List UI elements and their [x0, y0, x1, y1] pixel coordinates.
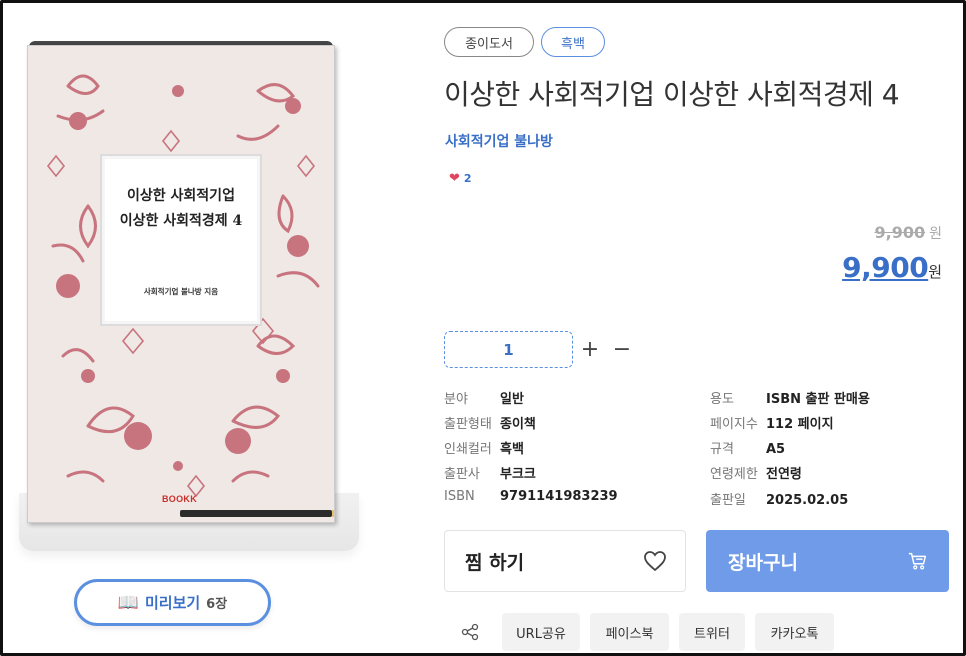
- sale-price: 9,900원: [842, 251, 942, 284]
- author-link[interactable]: 사회적기업 불나방: [445, 131, 553, 151]
- book-cover-author: 사회적기업 불나방 지음: [143, 287, 219, 296]
- heart-icon: ❤: [449, 171, 460, 186]
- share-kakao-button[interactable]: 카카오톡: [755, 613, 834, 651]
- tag-paper-book[interactable]: 종이도서: [444, 27, 534, 57]
- original-price-value: 9,900: [874, 223, 926, 242]
- wishlist-label: 찜 하기: [465, 551, 525, 574]
- sale-price-unit: 원: [928, 263, 942, 281]
- spec-value: 2025.02.05: [766, 493, 849, 508]
- heart-outline-icon: [644, 551, 666, 572]
- preview-page-count: 6장: [206, 597, 228, 612]
- spec-row: 용도 ISBN 출판 판매용: [710, 388, 870, 407]
- original-price: 9,900 원: [875, 223, 943, 243]
- spec-value: 전연령: [766, 467, 802, 482]
- quantity-input[interactable]: 1: [444, 331, 573, 368]
- spec-value: 종이책: [500, 417, 536, 432]
- spec-row: 분야 일반: [444, 388, 524, 407]
- book-cover-title-line2: 이상한 사회적경제 4: [119, 213, 243, 229]
- bookk-logo: BOOKK: [162, 494, 197, 504]
- spec-key: 출판형태: [444, 417, 492, 432]
- spec-value: 112 페이지: [766, 417, 834, 432]
- original-price-unit: 원: [929, 226, 942, 242]
- spec-row: 출판형태 종이책: [444, 413, 536, 432]
- preview-label: 미리보기: [144, 594, 201, 612]
- share-twitter-button[interactable]: 트위터: [679, 613, 745, 651]
- share-icon[interactable]: [461, 623, 479, 641]
- tag-black-white[interactable]: 흑백: [541, 27, 605, 57]
- likes[interactable]: ❤ 2: [449, 171, 472, 186]
- spec-key: 용도: [710, 392, 734, 407]
- add-to-cart-button[interactable]: 장바구니: [706, 530, 949, 592]
- cart-icon: [908, 552, 927, 570]
- preview-button[interactable]: 📖 미리보기 6장: [74, 579, 271, 626]
- book-icon: 📖: [117, 592, 139, 613]
- share-url-button[interactable]: URL공유: [502, 613, 580, 651]
- spec-row: ISBN 9791141983239: [444, 489, 618, 504]
- wishlist-button[interactable]: 찜 하기: [444, 530, 686, 592]
- share-facebook-button[interactable]: 페이스북: [590, 613, 669, 651]
- spec-key: 분야: [444, 392, 468, 407]
- spec-row: 페이지수 112 페이지: [710, 413, 834, 432]
- spec-row: 인쇄컬러 흑백: [444, 438, 524, 457]
- product-title: 이상한 사회적기업 이상한 사회적경제 4: [444, 78, 900, 111]
- spec-row: 규격 A5: [710, 438, 785, 457]
- spec-key: 인쇄컬러: [444, 442, 492, 457]
- book-cover-title-line1: 이상한 사회적기업: [127, 188, 235, 204]
- book-cover-area: 이상한 사회적기업 이상한 사회적경제 4 사회적기업 불나방 지음 BOOKK: [11, 23, 359, 551]
- spec-key: 출판사: [444, 467, 480, 482]
- pencil-tip: [332, 510, 334, 517]
- spec-key: 규격: [710, 442, 734, 457]
- spec-key: ISBN: [444, 489, 475, 504]
- spec-row: 연령제한 전연령: [710, 463, 802, 482]
- spec-value: 9791141983239: [500, 489, 618, 504]
- like-count: 2: [463, 172, 472, 185]
- spec-row: 출판사 부크크: [444, 463, 536, 482]
- cart-label: 장바구니: [728, 551, 798, 574]
- spec-key: 페이지수: [710, 417, 758, 432]
- spec-value: 부크크: [500, 467, 536, 482]
- spec-key: 출판일: [710, 493, 746, 508]
- book-cover-label: 이상한 사회적기업 이상한 사회적경제 4 사회적기업 불나방 지음: [100, 154, 262, 326]
- spec-value: A5: [766, 442, 786, 457]
- spec-key: 연령제한: [710, 467, 758, 482]
- spec-value: ISBN 출판 판매용: [766, 392, 870, 407]
- quantity-plus-button[interactable]: +: [579, 337, 601, 362]
- book-cover-image[interactable]: 이상한 사회적기업 이상한 사회적경제 4 사회적기업 불나방 지음 BOOKK: [27, 45, 335, 523]
- quantity-minus-button[interactable]: −: [611, 337, 633, 362]
- book-cover-title: 이상한 사회적기업 이상한 사회적경제 4: [102, 184, 260, 234]
- pencil-decoration: [180, 510, 334, 517]
- spec-row: 출판일 2025.02.05: [710, 489, 848, 508]
- spec-value: 일반: [500, 392, 524, 407]
- sale-price-value: 9,900: [842, 251, 929, 284]
- spec-value: 흑백: [500, 442, 524, 457]
- product-page: 이상한 사회적기업 이상한 사회적경제 4 사회적기업 불나방 지음 BOOKK…: [0, 0, 966, 656]
